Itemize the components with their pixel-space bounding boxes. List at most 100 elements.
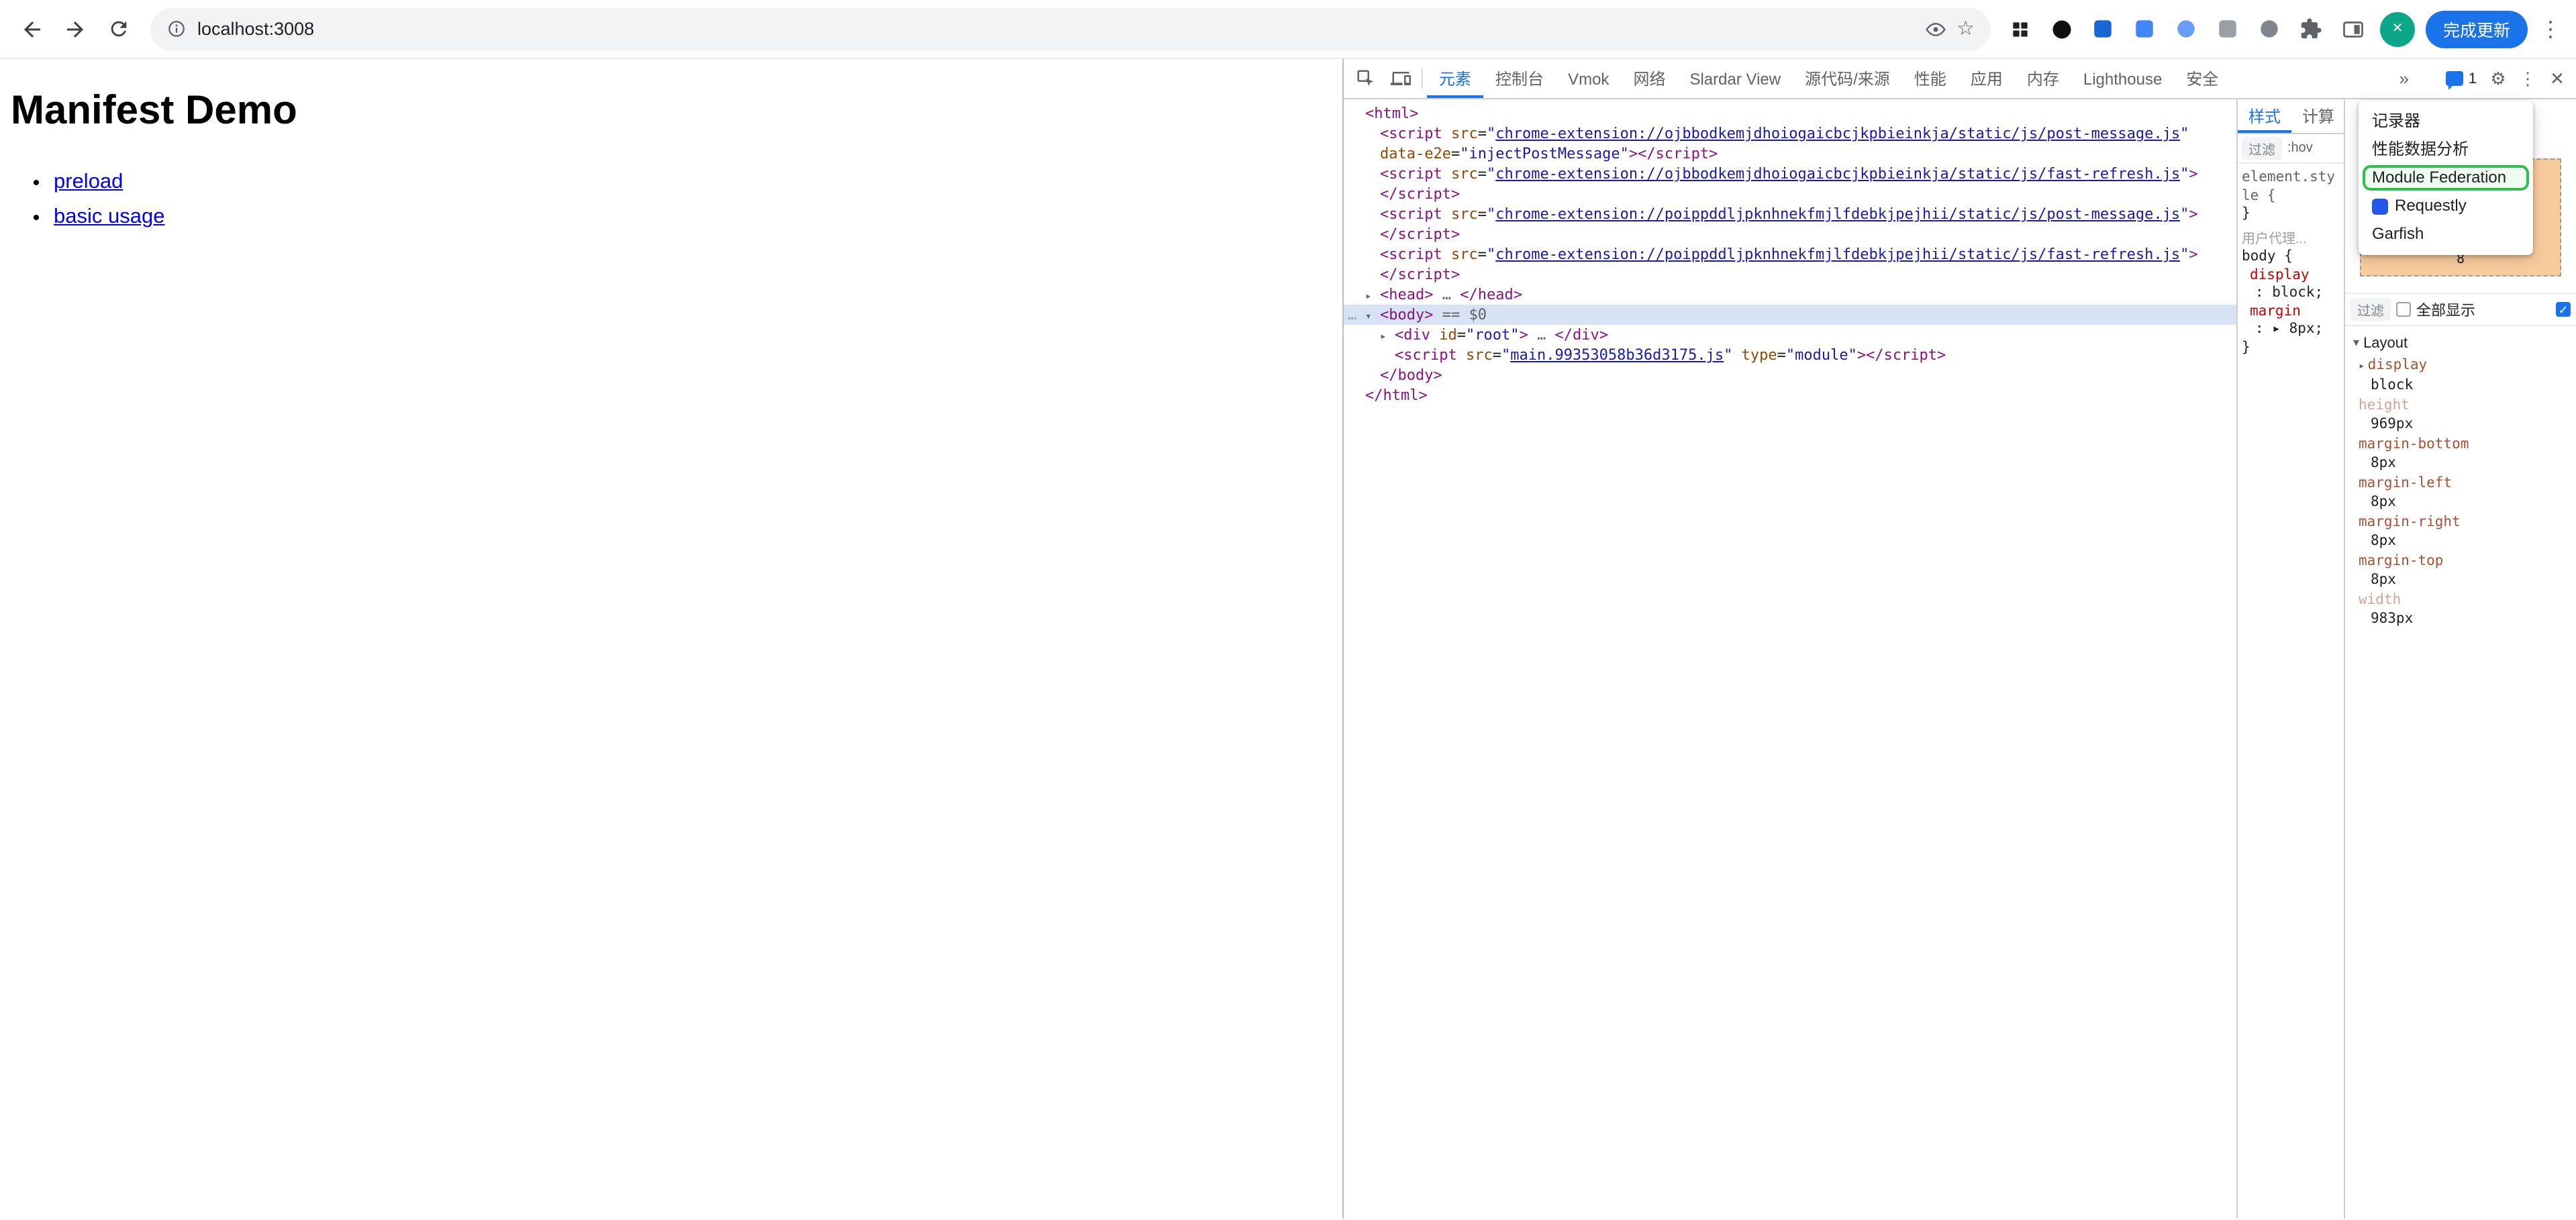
styles-filter-input[interactable]: 过滤: [2242, 137, 2282, 160]
resource-link[interactable]: chrome-extension://ojbbodkemjdhoiogaicbc…: [1495, 125, 2180, 142]
back-button[interactable]: [13, 10, 51, 48]
style-line[interactable]: : ▸ 8px;: [2242, 321, 2340, 339]
devtools-menu-button[interactable]: ⋮: [2513, 59, 2542, 98]
basic-usage-link[interactable]: basic usage: [54, 206, 164, 229]
issues-indicator[interactable]: 1: [2439, 59, 2483, 98]
computed-group-header[interactable]: ▾ Layout: [2353, 332, 2568, 354]
gray-square-extension-icon[interactable]: [2212, 13, 2244, 45]
tab-performance[interactable]: 性能: [1902, 59, 1959, 98]
menu-item-2[interactable]: Module Federation: [2363, 165, 2529, 191]
menu-item-0[interactable]: 记录器: [2359, 107, 2533, 136]
show-all-checkbox[interactable]: [2396, 302, 2411, 317]
computed-property-name[interactable]: margin-left: [2359, 474, 2568, 493]
tab-network[interactable]: 网络: [1621, 59, 1677, 98]
expand-arrow-icon[interactable]: ▸: [1365, 286, 1380, 306]
dom-tree-node[interactable]: <script src="chrome-extension://poippddl…: [1344, 204, 2236, 224]
code-token: ": [2180, 125, 2189, 142]
style-line[interactable]: element.style {: [2242, 169, 2340, 205]
dom-tree-node[interactable]: <script src="chrome-extension://ojbbodke…: [1344, 123, 2236, 144]
style-line[interactable]: 用户代理...: [2242, 230, 2340, 248]
code-token: ": [1487, 246, 1495, 263]
expand-arrow-icon[interactable]: ▸: [2359, 360, 2365, 372]
style-line[interactable]: margin: [2242, 303, 2340, 321]
dom-tree-node[interactable]: data-e2e="injectPostMessage"></script>: [1344, 144, 2236, 164]
tab-vmok[interactable]: Vmok: [1556, 59, 1621, 98]
dom-tree-node[interactable]: </script>: [1344, 264, 2236, 285]
preload-link[interactable]: preload: [54, 170, 123, 193]
tab-computed[interactable]: 计算: [2291, 99, 2344, 133]
node-overflow-dots-icon[interactable]: …: [1348, 305, 1358, 325]
resource-link[interactable]: main.99353058b36d3175.js: [1510, 346, 1724, 364]
tab-console[interactable]: 控制台: [1483, 59, 1556, 98]
split-screen-icon[interactable]: [2337, 13, 2369, 45]
more-tabs-button[interactable]: »: [2388, 59, 2420, 98]
light-blue-square-extension-icon[interactable]: [2129, 13, 2161, 45]
forward-button[interactable]: [56, 10, 94, 48]
style-line[interactable]: }: [2242, 205, 2340, 223]
pseudo-class-toggle[interactable]: :hov: [2287, 141, 2313, 156]
black-circle-extension-icon[interactable]: [2046, 13, 2078, 45]
dom-tree-node[interactable]: </html>: [1344, 385, 2236, 405]
grid-extension-icon[interactable]: [2004, 13, 2036, 45]
computed-property-name[interactable]: margin-bottom: [2359, 435, 2568, 454]
computed-property-name[interactable]: margin-right: [2359, 513, 2568, 531]
group-checkbox[interactable]: ✓: [2556, 302, 2571, 317]
computed-property-name[interactable]: height: [2359, 396, 2568, 415]
steel-blue-circle-extension-icon[interactable]: [2171, 13, 2203, 45]
tab-security[interactable]: 安全: [2174, 59, 2230, 98]
tab-memory[interactable]: 内存: [2015, 59, 2071, 98]
extensions-puzzle-icon[interactable]: [2295, 13, 2328, 45]
code-token: <script: [1380, 165, 1442, 183]
resource-link[interactable]: chrome-extension://poippddljpknhnekfmjlf…: [1495, 246, 2180, 263]
profile-avatar[interactable]: ✕: [2380, 11, 2415, 46]
tab-application[interactable]: 应用: [1959, 59, 2015, 98]
dom-tree-node[interactable]: <html>: [1344, 103, 2236, 123]
computed-property-name[interactable]: ▸display: [2359, 356, 2568, 376]
expand-arrow-icon[interactable]: ▸: [1380, 326, 1395, 346]
tab-slardar-view[interactable]: Slardar View: [1677, 59, 1793, 98]
computed-property-name[interactable]: width: [2359, 591, 2568, 609]
computed-filter-input[interactable]: 过滤: [2350, 298, 2391, 321]
style-line[interactable]: body {: [2242, 248, 2340, 266]
devtools-panel: 元素 控制台 Vmok 网络 Slardar View 源代码/来源 性能 应用…: [1342, 59, 2576, 1219]
update-browser-button[interactable]: 完成更新: [2426, 10, 2528, 48]
tab-styles[interactable]: 样式: [2238, 99, 2291, 133]
dom-tree-node[interactable]: <script src="chrome-extension://poippddl…: [1344, 244, 2236, 264]
dom-tree-node[interactable]: </body>: [1344, 365, 2236, 385]
devtools-close-button[interactable]: ✕: [2542, 59, 2572, 98]
resource-link[interactable]: chrome-extension://ojbbodkemjdhoiogaicbc…: [1495, 165, 2180, 183]
menu-item-3[interactable]: Requestly: [2359, 192, 2533, 220]
dom-tree-node[interactable]: </script>: [1344, 184, 2236, 204]
tab-elements[interactable]: 元素: [1427, 59, 1483, 98]
inspect-element-button[interactable]: [1348, 59, 1383, 98]
devtools-settings-button[interactable]: ⚙: [2483, 59, 2513, 98]
reload-button[interactable]: [99, 10, 137, 48]
kebab-icon: ⋮: [2519, 68, 2536, 89]
dom-tree-node[interactable]: ▸<div id="root"> … </div>: [1344, 325, 2236, 345]
eye-icon[interactable]: [1924, 18, 1946, 40]
dom-tree-node[interactable]: <script src="main.99353058b36d3175.js" t…: [1344, 345, 2236, 365]
style-line[interactable]: display: [2242, 266, 2340, 285]
tab-sources[interactable]: 源代码/来源: [1793, 59, 1902, 98]
address-bar[interactable]: localhost:3008 ☆: [150, 7, 1991, 50]
bookmark-star-icon[interactable]: ☆: [1956, 19, 1975, 39]
browser-menu-kebab-icon[interactable]: ⋮: [2538, 15, 2563, 42]
menu-item-label: 性能数据分析: [2372, 136, 2469, 164]
style-line[interactable]: }: [2242, 339, 2340, 357]
dom-tree-node[interactable]: </script>: [1344, 224, 2236, 244]
blue-square-extension-icon[interactable]: [2087, 13, 2120, 45]
dom-tree-node[interactable]: ▸<head> … </head>: [1344, 285, 2236, 305]
menu-item-4[interactable]: Garfish: [2359, 220, 2533, 248]
resource-link[interactable]: chrome-extension://poippddljpknhnekfmjlf…: [1495, 205, 2180, 223]
computed-property-name[interactable]: margin-top: [2359, 552, 2568, 570]
device-toolbar-button[interactable]: [1383, 59, 1418, 98]
issues-bubble-icon: [2446, 71, 2463, 86]
style-line[interactable]: : block;: [2242, 285, 2340, 303]
dom-tree-node[interactable]: <script src="chrome-extension://ojbbodke…: [1344, 164, 2236, 184]
slate-circle-extension-icon[interactable]: [2254, 13, 2286, 45]
tab-lighthouse[interactable]: Lighthouse: [2071, 59, 2174, 98]
expand-arrow-icon[interactable]: ▾: [1365, 306, 1380, 326]
dom-tree-node[interactable]: …▾<body> == $0: [1344, 305, 2236, 325]
menu-item-1[interactable]: 性能数据分析: [2359, 136, 2533, 164]
site-info-icon[interactable]: [166, 19, 187, 39]
